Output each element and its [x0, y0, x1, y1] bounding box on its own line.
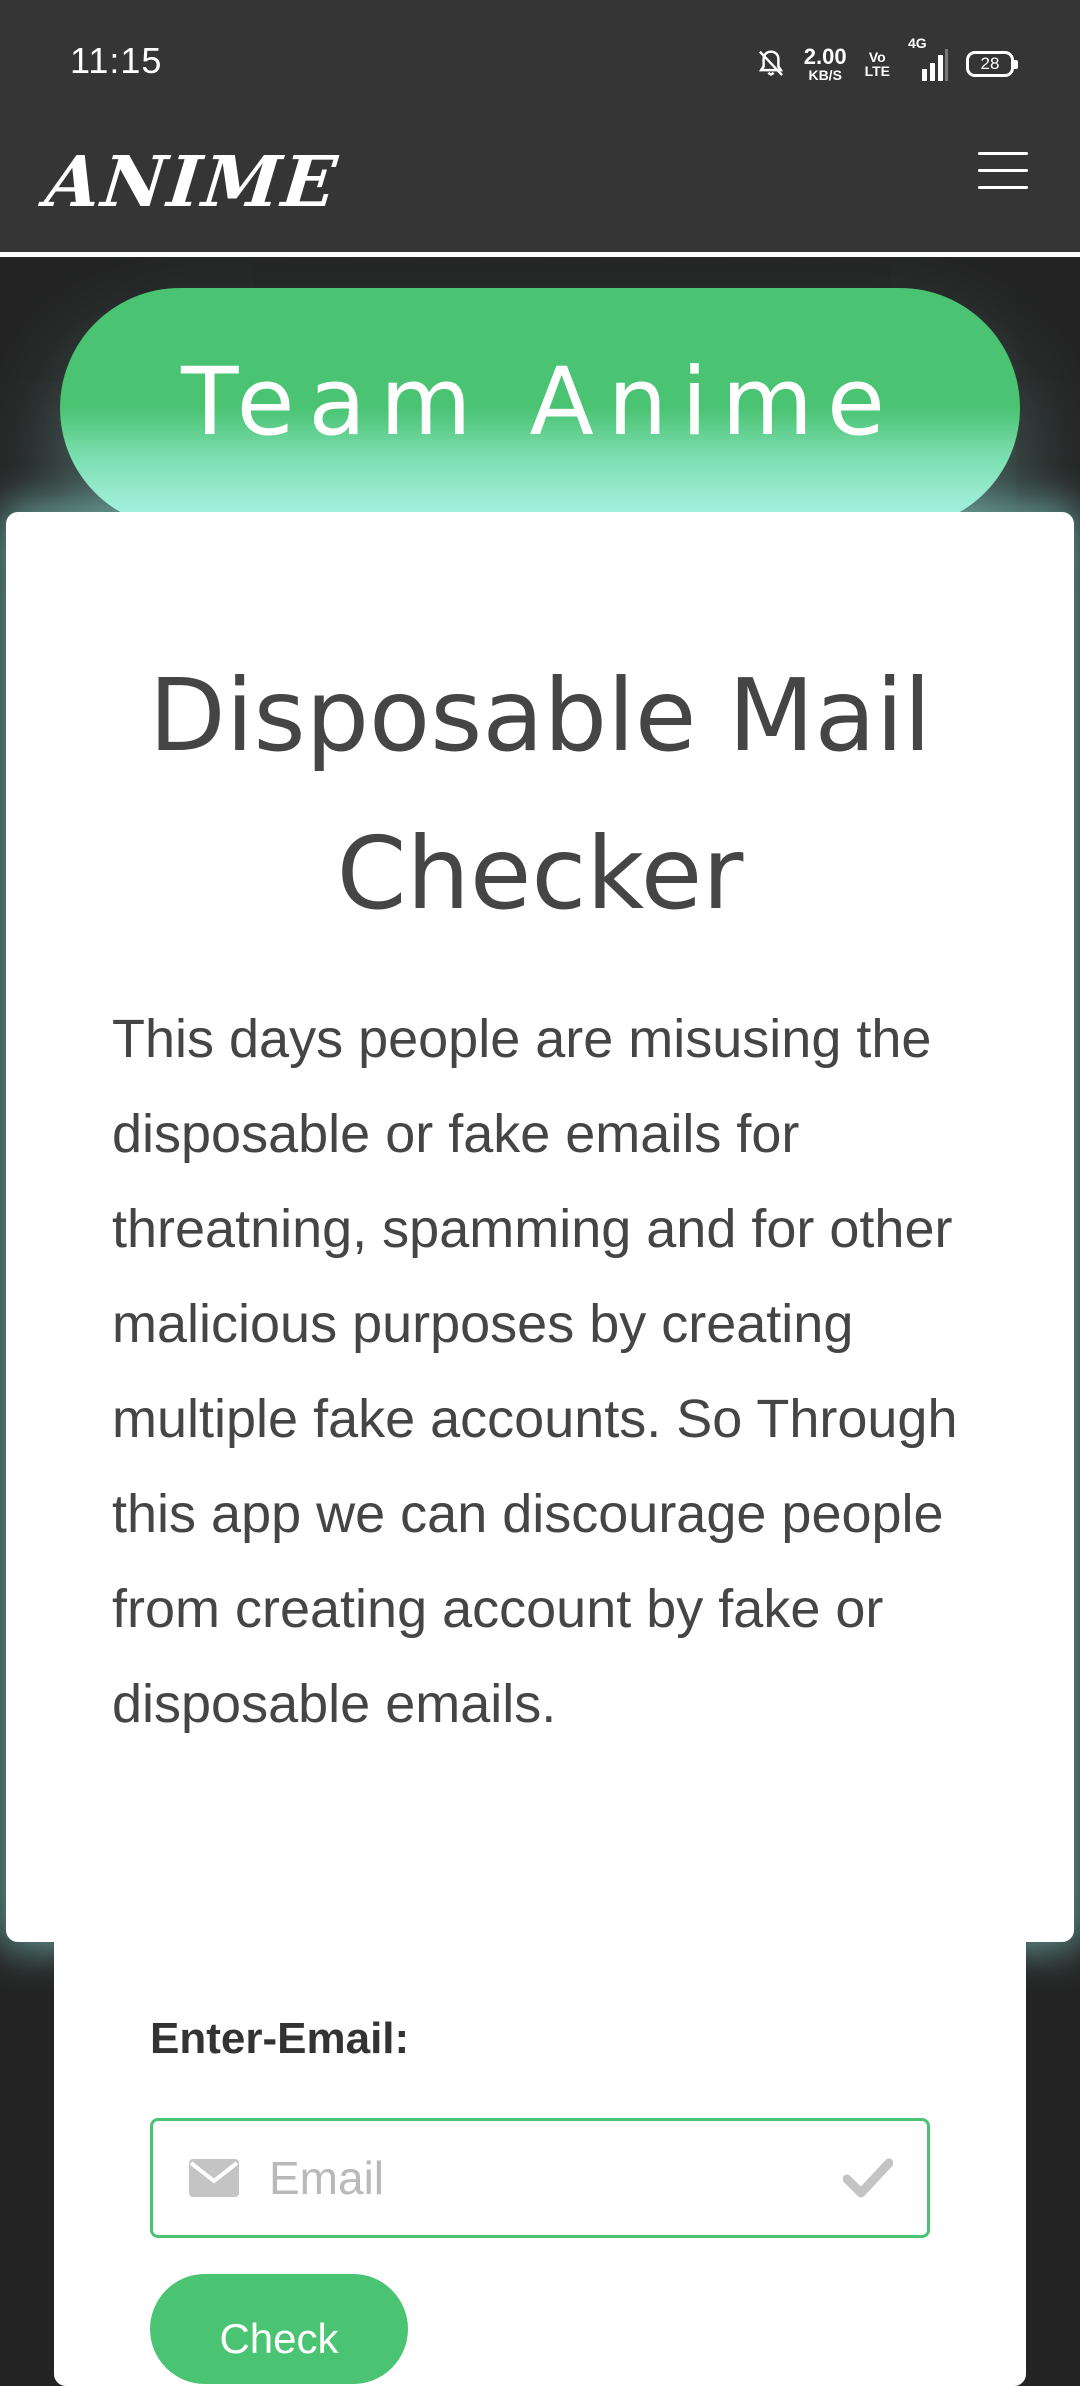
battery-level: 28 [980, 54, 1000, 73]
description-text: This days people are misusing the dispos… [112, 1009, 958, 1734]
volte-bottom: LTE [864, 63, 890, 79]
email-form: Enter-Email: Check [54, 1926, 1026, 2386]
menu-line [978, 152, 1028, 155]
status-icons: 2.00 KB/S Vo LTE 4G 28 [756, 35, 1018, 84]
net-speed: 2.00 KB/S [803, 44, 847, 83]
check-button[interactable]: Check [150, 2274, 408, 2384]
nav-divider [0, 252, 1080, 257]
volte-indicator: Vo LTE [865, 50, 890, 78]
volte-top: Vo [868, 49, 886, 65]
info-card: Disposable Mail Checker This days people… [6, 512, 1074, 1942]
check-icon [843, 2158, 893, 2198]
page-title: Disposable Mail Checker [148, 657, 932, 932]
navbar: ANIME [0, 130, 1080, 252]
email-input[interactable] [269, 2121, 809, 2235]
battery-icon: 28 [966, 51, 1018, 77]
signal-icon [922, 49, 948, 81]
envelope-icon [189, 2159, 239, 2197]
bell-off-icon [758, 50, 783, 76]
brand-logo[interactable]: ANIME [42, 140, 343, 223]
net-speed-unit: KB/S [808, 67, 842, 83]
net-speed-value: 2.00 [803, 44, 847, 69]
hamburger-menu-icon[interactable] [978, 152, 1028, 198]
email-label: Enter-Email: [150, 2014, 410, 2063]
status-bar: 11:15 2.00 KB/S Vo LTE 4G 28 [0, 0, 1080, 130]
menu-line [978, 169, 1028, 172]
email-field-wrapper [150, 2118, 930, 2238]
signal-group: 4G [908, 35, 948, 81]
menu-line [978, 186, 1028, 189]
team-banner: Team Anime [60, 288, 1020, 528]
team-banner-title: Team Anime [181, 348, 899, 457]
status-time: 11:15 [70, 40, 163, 81]
network-type: 4G [908, 35, 927, 51]
